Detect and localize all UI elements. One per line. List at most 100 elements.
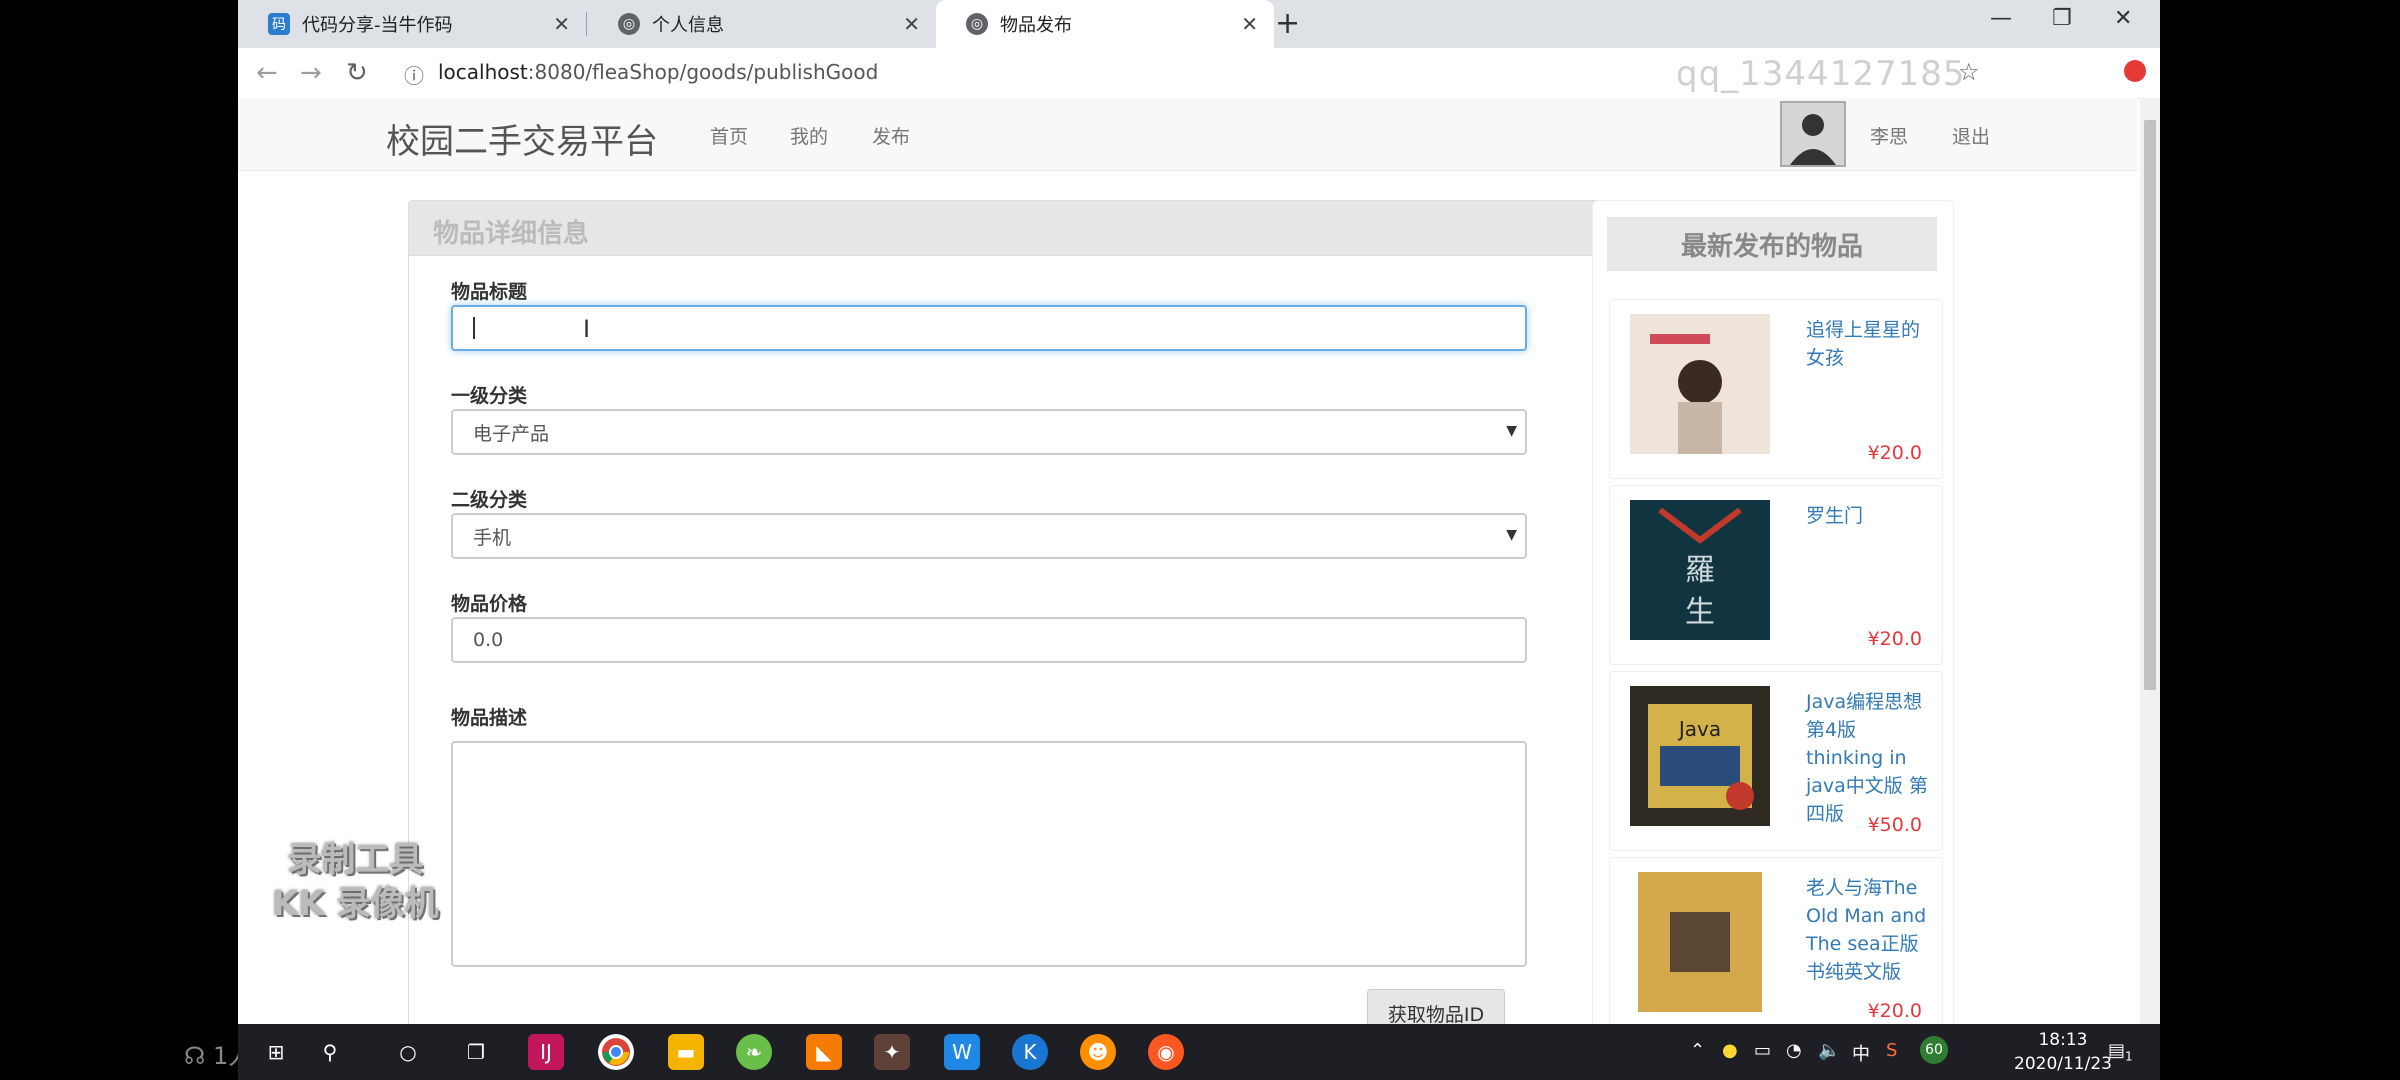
forward-icon[interactable]: →	[300, 58, 322, 88]
tab-title: 个人信息	[652, 15, 724, 36]
extension-icon[interactable]	[2124, 60, 2146, 82]
category1-value: 电子产品	[473, 422, 550, 445]
restore-button[interactable]: ❐	[2052, 6, 2072, 31]
battery-icon[interactable]: ▭	[1754, 1040, 1771, 1061]
svg-text:生: 生	[1685, 595, 1715, 630]
new-tab-button[interactable]: +	[1275, 6, 1300, 41]
reload-icon[interactable]: ↻	[346, 58, 368, 88]
close-window-button[interactable]: ✕	[2114, 6, 2132, 31]
notification-icon[interactable]: ▤1	[2108, 1040, 2133, 1064]
tab-code-share[interactable]: 码 代码分享-当牛作码 ✕	[238, 0, 586, 48]
latest-heading: 最新发布的物品	[1607, 217, 1937, 271]
volume-icon[interactable]: 🔈	[1818, 1040, 1840, 1061]
wps-icon[interactable]: W	[944, 1034, 980, 1070]
item-title[interactable]: 罗生门	[1806, 502, 1936, 530]
recorder-watermark: 录制工具 KK 录像机	[272, 838, 439, 926]
close-icon[interactable]: ✕	[903, 12, 920, 36]
tray-s-icon[interactable]: S	[1886, 1040, 1897, 1061]
latest-item[interactable]: 老人与海The Old Man and The sea正版书纯英文版 ¥20.0	[1609, 857, 1943, 1024]
url-path: :8080/fleaShop/goods/publishGood	[527, 60, 879, 84]
chrome-icon[interactable]	[598, 1034, 634, 1070]
item-thumbnail[interactable]: 羅生	[1630, 500, 1770, 640]
category2-label: 二级分类	[451, 489, 528, 511]
tray-app-icon[interactable]: ●	[1722, 1040, 1738, 1061]
get-goods-id-button[interactable]: 获取物品ID	[1367, 989, 1505, 1024]
search-icon[interactable]: ⚲	[312, 1034, 348, 1070]
app-face-icon[interactable]: ☻	[1080, 1034, 1116, 1070]
tab-strip: 码 代码分享-当牛作码 ✕ ◎ 个人信息 ✕ ◎ 物品发布 ✕ + — ❐ ✕	[238, 0, 2160, 48]
category2-value: 手机	[473, 526, 512, 549]
intellij-icon[interactable]: IJ	[528, 1034, 564, 1070]
task-view-icon[interactable]: ❐	[458, 1034, 494, 1070]
tab-publish[interactable]: ◎ 物品发布 ✕	[936, 0, 1274, 48]
system-clock[interactable]: 18:13 2020/11/23	[2014, 1028, 2112, 1076]
app-game-icon[interactable]: ✦	[874, 1034, 910, 1070]
back-icon[interactable]: ←	[256, 58, 278, 88]
price-input[interactable]: 0.0	[451, 617, 1527, 663]
item-title[interactable]: Java编程思想 第4版 thinking in java中文版 第四版	[1806, 688, 1936, 828]
site-brand[interactable]: 校园二手交易平台	[386, 114, 658, 163]
nav-mine[interactable]: 我的	[790, 122, 828, 149]
top-navbar: 校园二手交易平台 首页 我的 发布 李思 退出	[238, 98, 2138, 171]
latest-item[interactable]: Java Java编程思想 第4版 thinking in java中文版 第四…	[1609, 671, 1943, 851]
windows-start-icon[interactable]: ⊞	[258, 1034, 294, 1070]
latest-item[interactable]: 追得上星星的女孩 ¥20.0	[1609, 299, 1943, 479]
tray-badge[interactable]: 60	[1920, 1036, 1948, 1064]
page-scrollbar[interactable]	[2140, 98, 2160, 1024]
nav-home[interactable]: 首页	[710, 122, 748, 149]
item-thumbnail[interactable]	[1630, 314, 1770, 454]
url-field[interactable]: localhost:8080/fleaShop/goods/publishGoo…	[438, 60, 878, 84]
firefox-icon[interactable]: ◉	[1148, 1034, 1184, 1070]
latest-item[interactable]: 羅生 罗生门 ¥20.0	[1609, 485, 1943, 665]
bookmark-star-icon[interactable]: ☆	[1958, 58, 1980, 86]
title-label: 物品标题	[451, 281, 528, 303]
clock-time: 18:13	[2038, 1030, 2088, 1050]
user-name[interactable]: 李思	[1870, 122, 1908, 149]
dropdown-arrow-icon: ▼	[1506, 423, 1517, 439]
minimize-button[interactable]: —	[1990, 6, 2012, 31]
description-textarea[interactable]	[451, 741, 1527, 967]
file-explorer-icon[interactable]: ▬	[668, 1034, 704, 1070]
avatar[interactable]	[1780, 101, 1846, 167]
watermark-text: qq_1344127185	[1676, 54, 1966, 94]
clock-date: 2020/11/23	[2014, 1054, 2112, 1074]
app-orange-icon[interactable]: ◣	[806, 1034, 842, 1070]
item-thumbnail[interactable]: Java	[1630, 686, 1770, 826]
close-icon[interactable]: ✕	[553, 12, 570, 36]
goods-form-panel: 物品详细信息 物品标题 I 一级分类 电子产品 ▼ 二级分类 手机 ▼ 物品价格…	[408, 200, 1610, 1024]
text-caret	[473, 317, 475, 339]
app-green-icon[interactable]: ❧	[736, 1034, 772, 1070]
tab-title: 代码分享-当牛作码	[302, 15, 453, 36]
item-price: ¥20.0	[1867, 442, 1922, 464]
globe-icon: ◎	[618, 13, 640, 35]
info-icon[interactable]: ⓘ	[404, 60, 424, 89]
browser-window: 码 代码分享-当牛作码 ✕ ◎ 个人信息 ✕ ◎ 物品发布 ✕ + — ❐ ✕ …	[238, 0, 2160, 1024]
item-price: ¥20.0	[1867, 628, 1922, 650]
form-heading-text: 物品详细信息	[433, 219, 590, 249]
tab-title: 物品发布	[1000, 15, 1072, 36]
recorder-line1: 录制工具	[287, 840, 424, 880]
tray-expand-icon[interactable]: ⌃	[1690, 1040, 1705, 1061]
category1-select[interactable]: 电子产品 ▼	[451, 409, 1527, 455]
nav-publish[interactable]: 发布	[872, 122, 910, 149]
logout-link[interactable]: 退出	[1952, 122, 1990, 149]
tab-divider	[586, 12, 587, 36]
item-price: ¥20.0	[1867, 1000, 1922, 1022]
text-cursor-icon: I	[583, 315, 591, 343]
close-icon[interactable]: ✕	[1241, 12, 1258, 36]
title-input[interactable]: I	[451, 305, 1527, 351]
item-thumbnail[interactable]	[1630, 872, 1770, 1012]
price-label: 物品价格	[451, 593, 528, 615]
address-bar: ← → ↻ ⓘ localhost:8080/fleaShop/goods/pu…	[238, 48, 2160, 99]
scrollbar-thumb[interactable]	[2144, 120, 2156, 690]
tab-profile[interactable]: ◎ 个人信息 ✕	[588, 0, 936, 48]
category2-select[interactable]: 手机 ▼	[451, 513, 1527, 559]
ime-indicator[interactable]: 中	[1852, 1040, 1870, 1066]
notification-count: 1	[2125, 1049, 2133, 1064]
item-title[interactable]: 老人与海The Old Man and The sea正版书纯英文版	[1806, 874, 1936, 986]
kk-recorder-icon[interactable]: K	[1012, 1034, 1048, 1070]
price-value: 0.0	[473, 629, 504, 651]
item-title[interactable]: 追得上星星的女孩	[1806, 316, 1936, 372]
wifi-icon[interactable]: ◔	[1786, 1040, 1802, 1061]
cortana-icon[interactable]: ○	[390, 1034, 426, 1070]
